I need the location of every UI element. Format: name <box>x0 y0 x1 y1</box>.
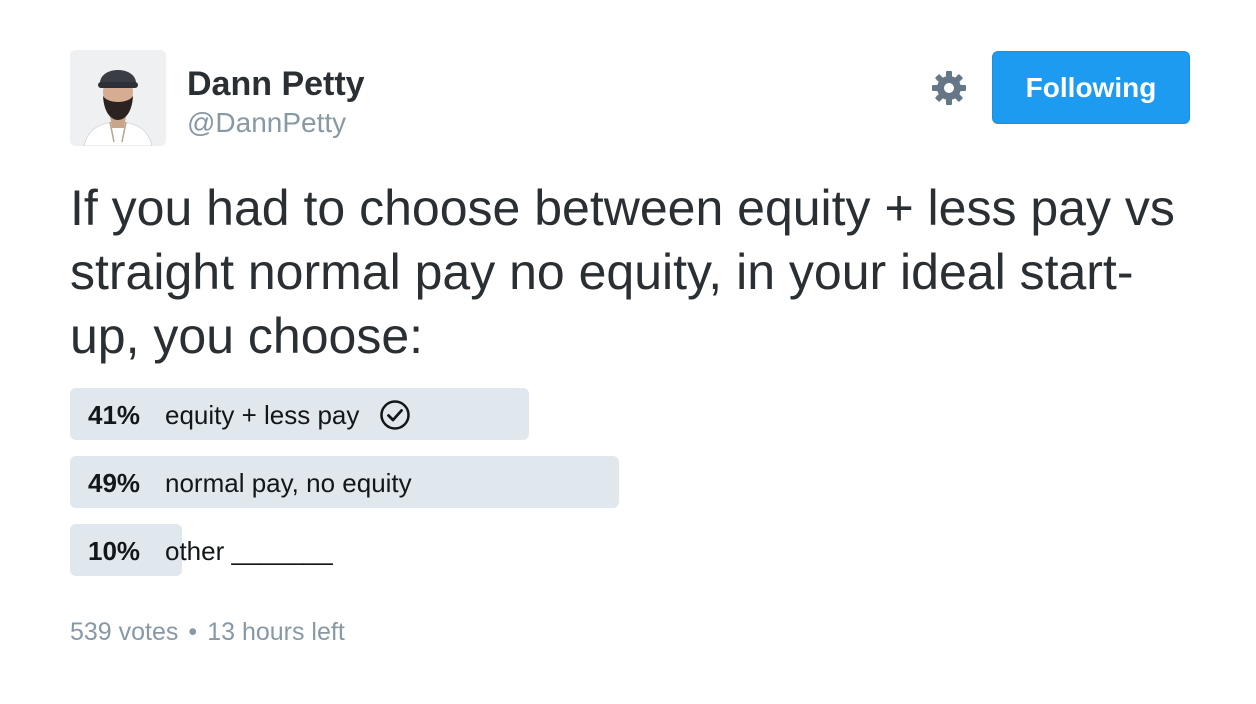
poll-choice-other[interactable]: 10% other _______ <box>70 524 1190 576</box>
display-name[interactable]: Dann Petty <box>187 64 365 104</box>
poll-percent: 41% <box>88 400 141 430</box>
poll-meta: 539 votes • 13 hours left <box>70 614 345 650</box>
time-left: 13 hours left <box>207 618 345 646</box>
poll-choice-normal-pay[interactable]: 49% normal pay, no equity <box>70 456 1190 508</box>
following-button[interactable]: Following <box>992 51 1190 124</box>
check-circle-icon <box>380 400 411 430</box>
poll: 41% equity + less pay 49% normal pay, no… <box>70 388 1190 592</box>
user-handle[interactable]: @DannPetty <box>187 106 346 140</box>
poll-percent: 49% <box>88 468 141 498</box>
poll-choice-label-wrap: equity + less pay <box>165 388 411 442</box>
poll-percent: 10% <box>88 536 141 566</box>
poll-choice-label: other _______ <box>165 536 333 566</box>
poll-choice-label: equity + less pay <box>165 400 360 430</box>
vote-count: 539 votes <box>70 618 179 646</box>
gear-icon[interactable] <box>929 68 969 108</box>
separator-dot: • <box>188 618 198 646</box>
tweet-text: If you had to choose between equity + le… <box>70 180 1175 364</box>
user-photo-icon <box>70 50 166 146</box>
poll-choice-label: normal pay, no equity <box>165 468 412 498</box>
avatar[interactable] <box>70 50 166 146</box>
poll-choice-equity[interactable]: 41% equity + less pay <box>70 388 1190 440</box>
